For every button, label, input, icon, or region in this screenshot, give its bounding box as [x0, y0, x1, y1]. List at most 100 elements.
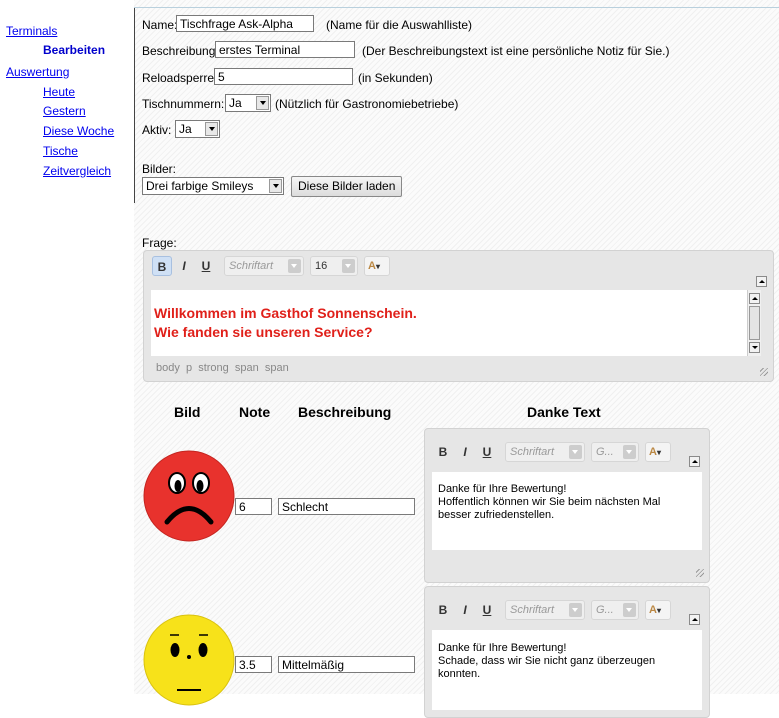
col-danke-header: Danke Text — [527, 404, 601, 420]
reload-hint: (in Sekunden) — [358, 71, 433, 85]
chevron-down-icon — [342, 259, 355, 273]
text-color-button[interactable]: A▾ — [364, 256, 390, 276]
row1-thanks-line-2: Hoffentlich können wir Sie beim nächsten… — [438, 496, 661, 508]
table-numbers-value: Ja — [229, 96, 242, 110]
question-text-area[interactable]: Willkommen im Gasthof Sonnenschein. Wie … — [151, 290, 761, 356]
sidebar-divider — [134, 8, 135, 203]
table-numbers-hint: (Nützlich für Gastronomiebetriebe) — [275, 97, 459, 111]
images-value: Drei farbige Smileys — [146, 179, 254, 193]
question-line-1: Willkommen im Gasthof Sonnenschein. — [154, 305, 417, 321]
scroll-down-button[interactable] — [749, 342, 760, 353]
top-divider — [134, 7, 779, 8]
text-color-button[interactable]: A▾ — [645, 600, 671, 620]
load-images-button[interactable]: Diese Bilder laden — [291, 176, 403, 197]
nav-auswertung[interactable]: Auswertung — [6, 65, 69, 79]
chevron-down-icon — [569, 603, 582, 617]
font-family-value: Schriftart — [510, 446, 555, 458]
italic-button[interactable]: I — [455, 442, 475, 462]
col-note-header: Note — [239, 404, 271, 420]
nav-terminals[interactable]: Terminals — [6, 24, 57, 38]
font-family-select[interactable]: Schriftart — [505, 442, 585, 462]
row2-toolbar: B I U Schriftart G... A▾ — [433, 600, 703, 622]
nav-bearbeiten[interactable]: Bearbeiten — [43, 43, 105, 57]
chevron-down-icon — [256, 96, 269, 110]
scroll-up-button[interactable] — [749, 293, 760, 304]
font-size-select[interactable]: G... — [591, 600, 639, 620]
row2-thanks-text-area[interactable]: Danke für Ihre Bewertung! Schade, dass w… — [432, 630, 702, 710]
row1-note-input[interactable]: 6 — [235, 498, 272, 515]
chevron-down-icon — [288, 259, 301, 273]
nav-diese-woche[interactable]: Diese Woche — [43, 124, 114, 138]
resize-grip-icon[interactable] — [760, 368, 768, 376]
nav-zeitvergleich[interactable]: Zeitvergleich — [43, 164, 111, 178]
font-size-value: G... — [596, 604, 614, 616]
row1-thanks-line-3: besser zufriedenstellen. — [438, 509, 555, 521]
active-value: Ja — [179, 122, 192, 136]
description-label: Beschreibung: — [142, 44, 219, 58]
chevron-down-icon — [623, 603, 636, 617]
description-hint: (Der Beschreibungstext ist eine persönli… — [362, 44, 670, 58]
chevron-down-icon — [269, 179, 282, 193]
font-family-select[interactable]: Schriftart — [224, 256, 304, 276]
row1-thanks-line-1: Danke für Ihre Bewertung! — [438, 483, 567, 495]
scroll-thumb[interactable] — [749, 306, 760, 340]
chevron-down-icon — [623, 445, 636, 459]
nav-heute[interactable]: Heute — [43, 85, 75, 99]
images-label: Bilder: — [142, 162, 177, 176]
description-input[interactable]: erstes Terminal — [215, 41, 355, 58]
row1-thanks-editor: B I U Schriftart G... A▾ Danke für Ihre … — [424, 428, 710, 583]
active-select[interactable]: Ja — [175, 120, 220, 138]
question-line-2: Wie fanden sie unseren Service? — [154, 324, 373, 340]
underline-button[interactable]: U — [196, 256, 216, 276]
row1-description-input[interactable]: Schlecht — [278, 498, 415, 515]
question-editor: B I U Schriftart 16 A▾ Willkommen im Gas… — [143, 250, 774, 382]
italic-button[interactable]: I — [174, 256, 194, 276]
chevron-down-icon — [205, 122, 218, 136]
editor-collapse-button[interactable] — [689, 614, 700, 625]
font-size-value: G... — [596, 446, 614, 458]
font-family-value: Schriftart — [229, 260, 274, 272]
underline-button[interactable]: U — [477, 442, 497, 462]
nav-gestern[interactable]: Gestern — [43, 104, 86, 118]
chevron-down-icon — [569, 445, 582, 459]
table-numbers-label: Tischnummern: — [142, 97, 225, 111]
name-label: Name: — [142, 18, 178, 32]
table-numbers-select[interactable]: Ja — [225, 94, 271, 112]
editor-toolbar: B I U Schriftart 16 A▾ — [152, 256, 752, 278]
row2-note-input[interactable]: 3.5 — [235, 656, 272, 673]
name-input[interactable]: Tischfrage Ask-Alpha — [176, 15, 314, 32]
font-size-select[interactable]: 16 — [310, 256, 358, 276]
row2-thanks-line-1: Danke für Ihre Bewertung! — [438, 642, 567, 654]
images-select[interactable]: Drei farbige Smileys — [142, 177, 284, 195]
active-label: Aktiv: — [142, 123, 172, 137]
question-label: Frage: — [142, 236, 177, 250]
text-color-button[interactable]: A▾ — [645, 442, 671, 462]
sad-smiley-icon — [143, 450, 235, 542]
editor-scrollbar[interactable] — [747, 290, 761, 356]
name-hint: (Name für die Auswahlliste) — [326, 18, 473, 32]
row1-thanks-text-area[interactable]: Danke für Ihre Bewertung! Hoffentlich kö… — [432, 472, 702, 550]
italic-button[interactable]: I — [455, 600, 475, 620]
reload-input[interactable]: 5 — [214, 68, 353, 85]
nav-tische[interactable]: Tische — [43, 144, 78, 158]
font-family-value: Schriftart — [510, 604, 555, 616]
reload-label: Reloadsperre: — [142, 71, 218, 85]
editor-collapse-button[interactable] — [689, 456, 700, 467]
row1-toolbar: B I U Schriftart G... A▾ — [433, 442, 703, 464]
font-size-select[interactable]: G... — [591, 442, 639, 462]
row2-thanks-line-3: konnten. — [438, 668, 481, 680]
bold-button[interactable]: B — [152, 256, 172, 276]
row2-description-input[interactable]: Mittelmäßig — [278, 656, 415, 673]
col-bild-header: Bild — [174, 404, 201, 420]
bold-button[interactable]: B — [433, 442, 453, 462]
editor-element-path: body p strong span span — [156, 362, 289, 374]
col-beschreibung-header: Beschreibung — [298, 404, 392, 420]
font-size-value: 16 — [315, 260, 328, 272]
resize-grip-icon[interactable] — [696, 569, 704, 577]
neutral-smiley-icon — [143, 614, 235, 706]
font-family-select[interactable]: Schriftart — [505, 600, 585, 620]
bold-button[interactable]: B — [433, 600, 453, 620]
editor-collapse-button[interactable] — [756, 276, 767, 287]
underline-button[interactable]: U — [477, 600, 497, 620]
row2-thanks-editor: B I U Schriftart G... A▾ Danke für Ihre … — [424, 586, 710, 718]
